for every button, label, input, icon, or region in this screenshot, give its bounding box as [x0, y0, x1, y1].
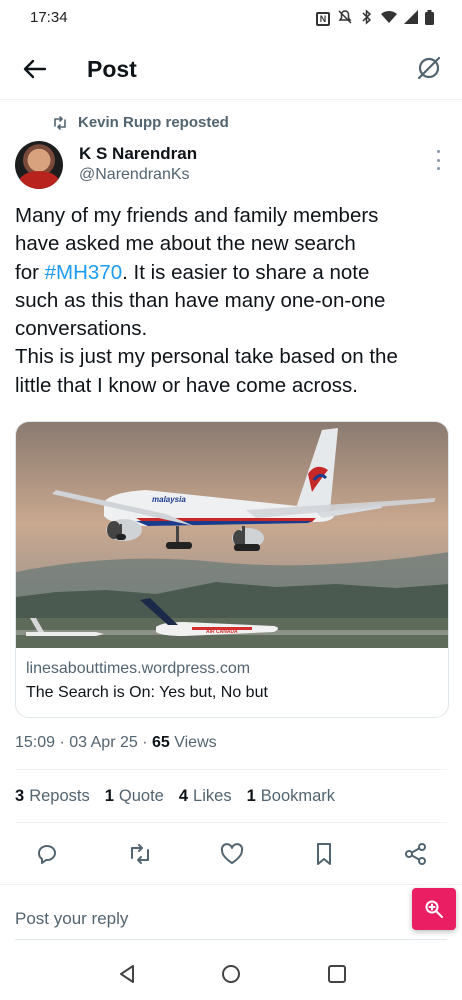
post-line: Many of my friends and family members — [15, 204, 379, 227]
like-button[interactable] — [218, 840, 246, 868]
post-text-fragment: for — [15, 260, 45, 284]
arrow-left-icon — [23, 59, 47, 79]
square-recents-icon — [328, 965, 346, 983]
nav-back-button[interactable] — [115, 962, 139, 986]
reply-icon — [38, 845, 56, 864]
likes-count: 4 — [178, 787, 189, 805]
card-image[interactable]: malaysia AIR CANADA — [16, 422, 448, 648]
divider — [15, 769, 447, 770]
bookmarks-stat[interactable]: 1 Bookmark — [247, 787, 335, 806]
back-button[interactable] — [20, 54, 50, 84]
status-time: 17:34 — [30, 9, 68, 26]
link-preview-card[interactable]: malaysia AIR CANADA linesabouttimes.word… — [15, 421, 449, 718]
post-line: little that I know or have come across. — [15, 373, 358, 397]
bookmark-count: 1 — [246, 787, 256, 805]
status-bar: 17:34 N — [0, 0, 462, 38]
more-options-button[interactable] — [434, 150, 442, 170]
system-nav-bar — [0, 948, 462, 1000]
likes-label: Likes — [193, 787, 232, 805]
circle-home-icon — [222, 965, 240, 983]
author-handle[interactable]: @NarendranKs — [79, 166, 190, 184]
top-header: Post — [0, 38, 462, 100]
card-domain: linesabouttimes.wordpress.com — [26, 660, 251, 677]
author-name[interactable]: K S Narendran — [79, 144, 197, 164]
status-icons: N — [316, 9, 434, 28]
airplane-photo: malaysia AIR CANADA — [16, 422, 448, 648]
reposts-count: 3 — [15, 787, 25, 805]
triangle-back-icon — [120, 965, 134, 983]
post-line: such as this than have many one-on-one — [15, 288, 386, 312]
bookmark-button[interactable] — [310, 840, 338, 868]
reposts-stat[interactable]: 3 Reposts — [15, 787, 90, 806]
hashtag-link[interactable]: #MH370 — [45, 261, 123, 284]
share-button[interactable] — [402, 840, 430, 868]
repost-label: Kevin Rupp reposted — [78, 114, 229, 131]
zoom-in-icon — [425, 900, 443, 918]
nfc-icon: N — [316, 11, 330, 26]
post-date: 03 Apr 25 — [69, 734, 138, 751]
card-title: The Search is On: Yes but, No but — [26, 684, 268, 701]
reply-composer: Post your reply — [0, 884, 462, 940]
reply-input[interactable]: Post your reply — [15, 909, 128, 929]
more-vertical-icon — [436, 150, 440, 153]
reply-underline — [15, 939, 447, 940]
action-bar — [0, 834, 462, 874]
views-label: Views — [174, 734, 217, 751]
nav-recents-button[interactable] — [325, 962, 349, 986]
battery-icon — [425, 9, 434, 28]
signal-icon — [404, 10, 418, 27]
retweet-button[interactable] — [126, 840, 154, 868]
grok-icon — [417, 56, 441, 80]
reply-button[interactable] — [33, 840, 61, 868]
post-text-fragment: . It is easier to share a note — [122, 260, 370, 284]
divider — [15, 822, 447, 823]
repost-icon — [54, 115, 66, 130]
grok-button[interactable] — [414, 53, 444, 83]
post-line: have asked me about the new search — [15, 232, 356, 256]
zoom-button[interactable] — [412, 888, 456, 930]
repost-context[interactable]: Kevin Rupp reposted — [52, 114, 229, 131]
post-text: Many of my friends and family members ha… — [15, 202, 450, 400]
quote-label: Quote — [118, 787, 164, 805]
bluetooth-icon — [360, 9, 374, 28]
bookmark-label: Bookmark — [260, 787, 336, 805]
nav-home-button[interactable] — [219, 962, 243, 986]
post-time: 15:09 — [15, 734, 56, 751]
views-count: 65 — [151, 734, 170, 751]
quote-count: 1 — [104, 787, 114, 805]
share-icon — [405, 843, 426, 865]
post-meta: 15:09 · 03 Apr 25 · 65 Views — [15, 734, 217, 751]
post-line: conversations. — [15, 317, 148, 341]
post-stats: 3 Reposts 1 Quote 4 Likes 1 Bookmark — [15, 787, 335, 806]
post-line: for #MH370. It is easier to share a note — [15, 259, 450, 287]
wifi-icon — [381, 10, 397, 27]
heart-icon — [220, 843, 244, 864]
likes-stat[interactable]: 4 Likes — [179, 787, 232, 806]
page-title: Post — [87, 56, 137, 82]
mute-icon — [337, 9, 353, 28]
retweet-icon — [131, 844, 149, 864]
second-plane-livery: AIR CANADA — [206, 629, 238, 635]
bookmark-icon — [317, 843, 331, 865]
avatar[interactable] — [15, 141, 63, 189]
reposts-label: Reposts — [29, 787, 90, 805]
post-line: This is just my personal take based on t… — [15, 345, 398, 369]
livery-text: malaysia — [152, 495, 186, 504]
quotes-stat[interactable]: 1 Quote — [105, 787, 164, 806]
